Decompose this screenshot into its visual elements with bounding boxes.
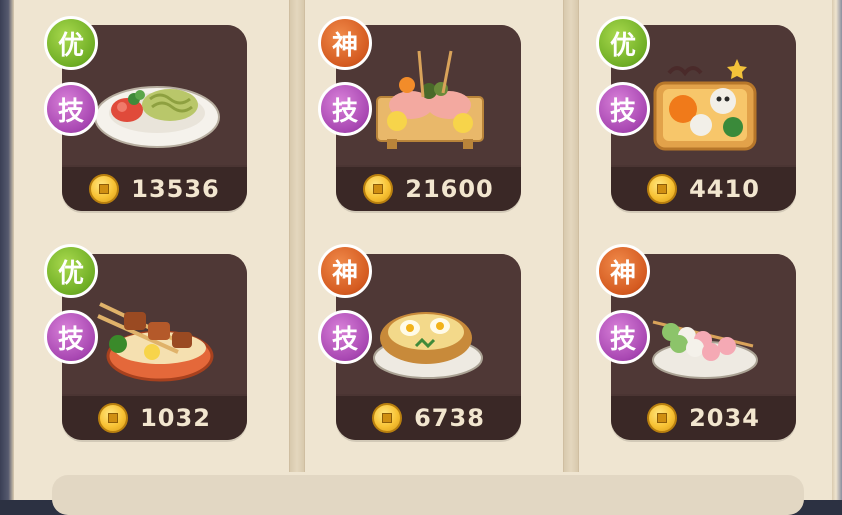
dish-price: 2034 (689, 404, 760, 432)
coin-icon (372, 403, 403, 433)
coin-icon (647, 174, 678, 204)
column-divider (563, 0, 579, 472)
skill-badge: 技 (44, 82, 98, 136)
right-edge-background (832, 0, 842, 500)
coin-icon (98, 403, 129, 433)
coin-icon (647, 403, 678, 433)
baked-potato-icon (373, 312, 483, 379)
dish-price: 21600 (405, 175, 494, 203)
column-divider (289, 0, 305, 472)
quality-badge: 神 (318, 16, 372, 70)
quality-badge: 优 (596, 16, 650, 70)
quality-badge: 优 (44, 244, 98, 298)
dish-price: 13536 (131, 175, 220, 203)
quality-badge: 神 (596, 244, 650, 298)
sashimi-board-icon (376, 50, 484, 149)
skill-badge: 技 (318, 310, 372, 364)
left-edge-background (0, 0, 14, 500)
quality-badge: 神 (318, 244, 372, 298)
skill-badge: 技 (318, 82, 372, 136)
skill-badge: 技 (596, 310, 650, 364)
halloween-bento-icon (653, 59, 757, 151)
coin-icon (363, 174, 394, 204)
dish-price: 1032 (140, 404, 211, 432)
coin-icon (89, 174, 120, 204)
skewer-bowl-icon (97, 302, 214, 382)
quality-badge: 优 (44, 16, 98, 70)
bottom-panel (52, 475, 804, 515)
skill-badge: 技 (44, 310, 98, 364)
dish-price: 4410 (689, 175, 760, 203)
dango-plate-icon (652, 320, 758, 379)
pasta-plate-icon (94, 86, 220, 148)
dish-price: 6738 (414, 404, 485, 432)
skill-badge: 技 (596, 82, 650, 136)
